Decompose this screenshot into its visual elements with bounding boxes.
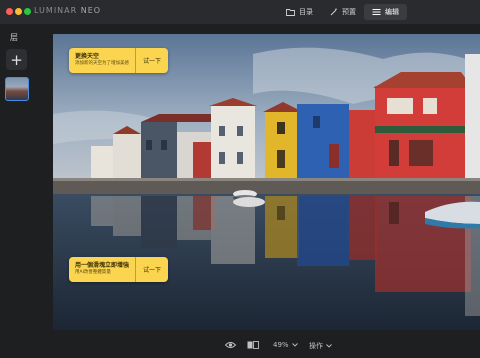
photo-canvas[interactable]: 更换天空 添加新的天空为了增加美感 试一下 用一個滑塊立即增強 用AI改善整體質…	[53, 34, 480, 330]
layer-thumbnail[interactable]	[5, 77, 29, 101]
minimize-window-button[interactable]	[15, 8, 22, 15]
tab-presets[interactable]: 预置	[322, 4, 364, 20]
bottom-toolbar: 49% 操作	[0, 334, 480, 358]
add-layer-button[interactable]: +	[6, 49, 27, 70]
tab-edit-label: 编辑	[385, 8, 399, 16]
plus-icon: +	[10, 50, 23, 69]
tab-edit[interactable]: 编辑	[364, 4, 407, 20]
actions-label: 操作	[309, 342, 323, 350]
eye-icon	[224, 341, 237, 351]
brand-suffix: NEO	[80, 6, 102, 15]
title-bar: LUMINAR NEO 目录 预置 编辑	[0, 0, 480, 24]
tab-presets-label: 预置	[342, 8, 356, 16]
brand-name: LUMINAR	[34, 6, 78, 15]
chevron-down-icon	[326, 342, 332, 350]
photo-image	[53, 34, 480, 330]
actions-dropdown[interactable]: 操作	[309, 341, 332, 351]
layers-title: 层	[10, 33, 18, 42]
enhance-tip: 用一個滑塊立即增強 用AI改善整體質量 试一下	[69, 257, 169, 282]
enhance-tip-subtitle: 用AI改善整體質量	[75, 270, 111, 276]
layers-sidebar: 层 +	[0, 24, 34, 358]
close-window-button[interactable]	[6, 8, 13, 15]
maximize-window-button[interactable]	[24, 8, 31, 15]
sliders-icon	[372, 8, 381, 16]
app-logo: LUMINAR NEO	[34, 6, 101, 15]
enhance-tip-title: 用一個滑塊立即增強	[75, 262, 130, 270]
zoom-value: 49%	[273, 341, 289, 349]
chevron-down-icon	[291, 341, 298, 349]
split-view-icon	[247, 341, 259, 351]
tab-catalog-label: 目录	[299, 8, 313, 16]
sky-tip-title: 更换天空	[75, 53, 100, 61]
tab-catalog[interactable]: 目录	[278, 4, 321, 20]
zoom-dropdown[interactable]: 49%	[273, 341, 298, 349]
enhance-tip-try-button[interactable]: 试一下	[135, 257, 168, 282]
compare-view-button[interactable]	[247, 341, 259, 351]
sky-replace-tip: 更换天空 添加新的天空为了增加美感 试一下	[69, 48, 169, 73]
folder-icon	[286, 8, 295, 16]
preview-toggle-button[interactable]	[224, 341, 237, 351]
sky-tip-try-button[interactable]: 试一下	[135, 48, 168, 73]
sky-tip-subtitle: 添加新的天空为了增加美感	[75, 61, 129, 67]
magic-wand-icon	[330, 8, 338, 16]
